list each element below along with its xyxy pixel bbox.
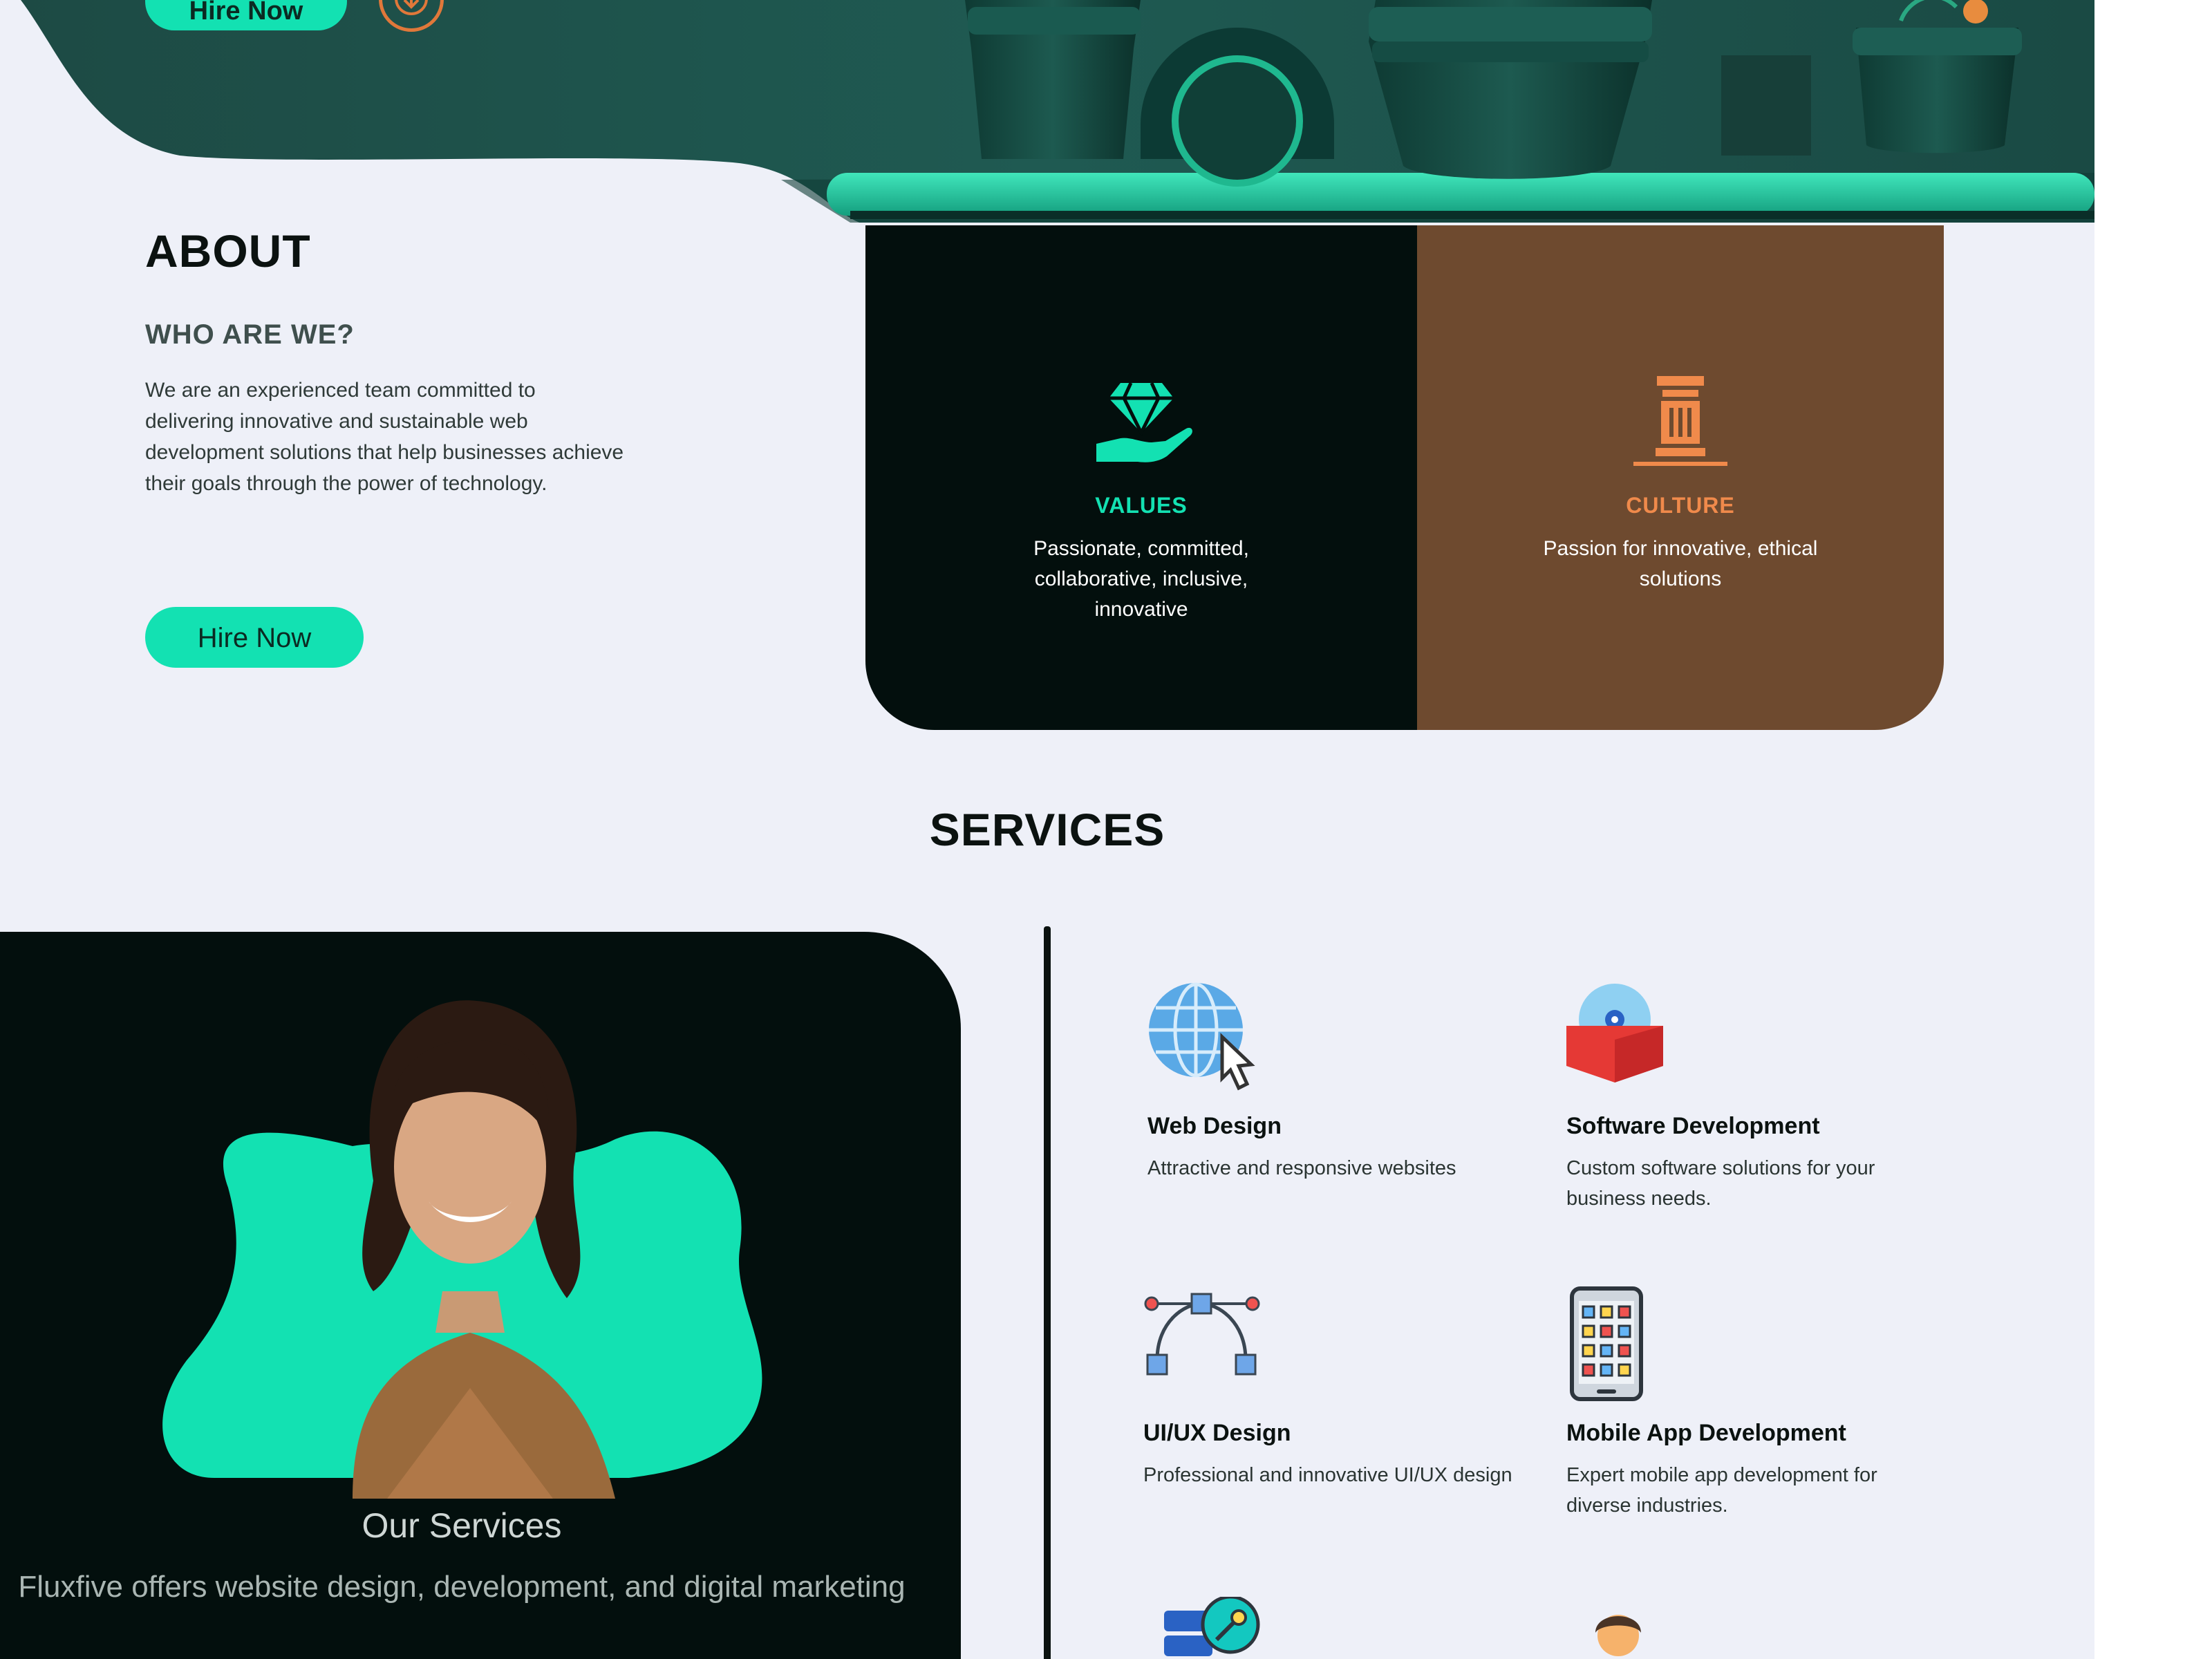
service-desc: Professional and innovative UI/UX design <box>1143 1464 1512 1486</box>
service-name: Mobile App Development <box>1566 1420 1846 1446</box>
service-name: Web Design <box>1147 1113 1282 1139</box>
arrow-down-icon <box>395 0 428 15</box>
portrait-photo <box>162 1000 762 1499</box>
hero-illustration <box>0 0 2094 223</box>
about-subtitle: WHO ARE WE? <box>145 319 355 350</box>
globe-cursor-icon <box>1149 982 1255 1091</box>
server-key-icon <box>1164 1597 1260 1656</box>
our-services-title: Our Services <box>362 1506 562 1545</box>
service-software-development[interactable]: Software Development Custom software sol… <box>1566 982 1953 1210</box>
diamond-hand-icon <box>1096 382 1192 462</box>
values-text: Passionate, committed, collaborative, in… <box>1033 537 1249 621</box>
services-panel: Our Services Fluxfive offers website des… <box>0 932 961 1659</box>
service-ui-ux-design[interactable]: UI/UX Design Professional and innovative… <box>1143 1287 1530 1515</box>
our-services-text: Fluxfive offers website design, developm… <box>18 1570 906 1604</box>
service-name: Software Development <box>1566 1113 1820 1139</box>
service-desc: Custom software solutions for your busin… <box>1566 1157 1875 1210</box>
culture-text: Passion for innovative, ethical solution… <box>1543 537 1818 590</box>
about-hire-button[interactable]: Hire Now <box>145 607 364 668</box>
bezier-pen-icon <box>1144 1293 1260 1376</box>
values-card: VALUES Passionate, committed, collaborat… <box>865 225 1417 730</box>
hero-section: Hire Now <box>0 0 2094 223</box>
services-title: SERVICES <box>929 804 1165 855</box>
pillar-icon <box>1633 376 1727 466</box>
service-web-design[interactable]: Web Design Attractive and responsive web… <box>1147 982 1535 1210</box>
culture-title: CULTURE <box>1626 493 1735 518</box>
service-name: UI/UX Design <box>1143 1420 1291 1446</box>
software-box-icon <box>1566 984 1663 1082</box>
service-mobile-app-development[interactable]: Mobile App Development Expert mobile app… <box>1566 1286 1953 1521</box>
culture-card: CULTURE Passion for innovative, ethical … <box>1417 225 1944 730</box>
values-title: VALUES <box>1095 493 1188 518</box>
service-desc: Expert mobile app development for divers… <box>1566 1464 1877 1517</box>
hero-hire-button[interactable]: Hire Now <box>145 0 347 30</box>
about-title: ABOUT <box>145 225 311 276</box>
services-divider <box>1044 926 1051 1659</box>
values-culture-cards: VALUES Passionate, committed, collaborat… <box>865 225 1944 730</box>
about-description: We are an experienced team committed to … <box>145 379 624 495</box>
service-desc: Attractive and responsive websites <box>1147 1157 1456 1179</box>
person-icon <box>1595 1615 1641 1656</box>
page: Hire Now ABOUT WHO ARE WE? We are an exp… <box>0 0 2094 1659</box>
mobile-app-icon <box>1570 1286 1643 1401</box>
